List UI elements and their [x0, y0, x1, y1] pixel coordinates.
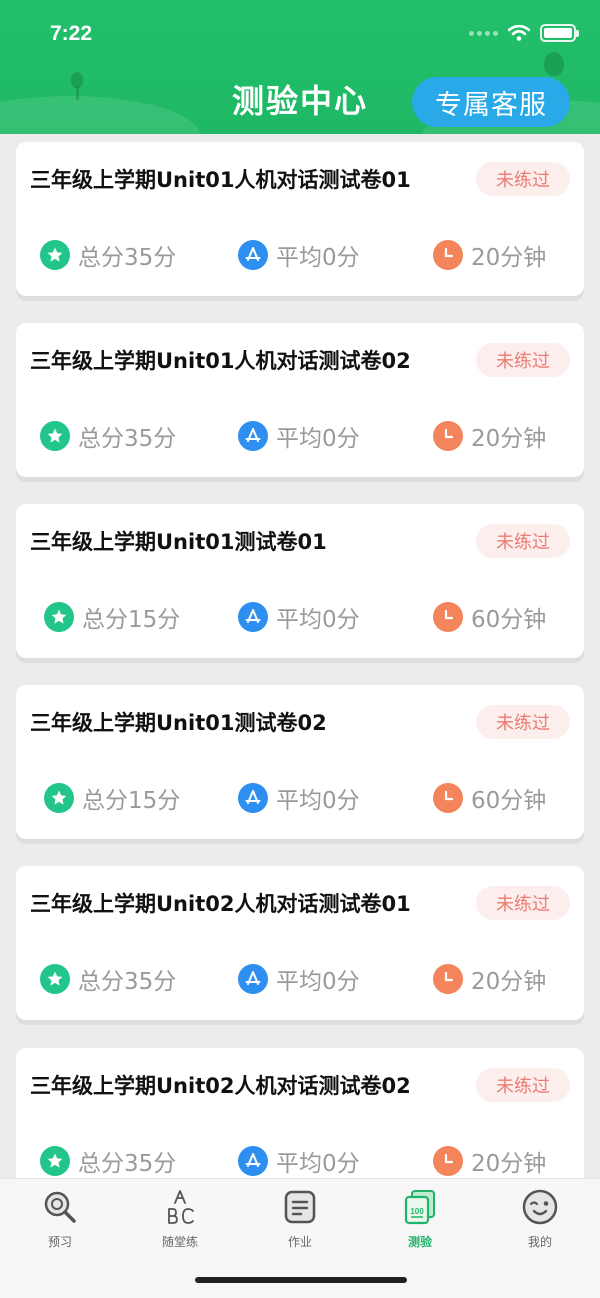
test-list[interactable]: 三年级上学期Unit01人机对话测试卷01 未练过 总分35分 平均0分 20分… — [0, 134, 600, 1178]
total-score: 总分35分 — [40, 962, 176, 996]
star-icon — [40, 421, 70, 451]
test-card[interactable]: 三年级上学期Unit02人机对话测试卷01 未练过 总分35分 平均0分 20分… — [16, 866, 584, 1020]
average-score-text: 平均0分 — [276, 969, 360, 995]
duration-text: 20分钟 — [471, 245, 547, 271]
test-paper-icon: 100 — [400, 1187, 440, 1227]
average-icon — [238, 964, 268, 994]
tab-label: 预习 — [47, 1235, 72, 1249]
total-score: 总分35分 — [40, 419, 176, 453]
clock-icon — [433, 1146, 463, 1176]
svg-text:100: 100 — [410, 1207, 424, 1216]
clock-icon — [433, 602, 463, 632]
abc-icon — [160, 1187, 200, 1227]
clock-icon — [433, 964, 463, 994]
status-badge: 未练过 — [476, 1068, 570, 1102]
header: 7:22 测验中心 专属客服 — [0, 0, 600, 134]
duration: 60分钟 — [433, 600, 546, 634]
duration-text: 20分钟 — [471, 426, 547, 452]
battery-icon — [540, 24, 579, 42]
average-score: 平均0分 — [238, 1144, 360, 1178]
total-score: 总分15分 — [44, 600, 180, 634]
average-score-text: 平均0分 — [276, 426, 360, 452]
test-card[interactable]: 三年级上学期Unit02人机对话测试卷02 未练过 总分35分 平均0分 20分… — [16, 1048, 584, 1178]
average-score-text: 平均0分 — [276, 788, 360, 814]
average-icon — [238, 602, 268, 632]
duration-text: 20分钟 — [471, 969, 547, 995]
test-card[interactable]: 三年级上学期Unit01测试卷02 未练过 总分15分 平均0分 60分钟 — [16, 685, 584, 839]
duration: 20分钟 — [433, 962, 546, 996]
test-title: 三年级上学期Unit01人机对话测试卷02 — [30, 349, 411, 373]
total-score-text: 总分35分 — [78, 969, 177, 995]
total-score: 总分35分 — [40, 238, 176, 272]
star-icon — [44, 602, 74, 632]
duration: 20分钟 — [433, 419, 546, 453]
average-score-text: 平均0分 — [276, 607, 360, 633]
average-score: 平均0分 — [238, 962, 360, 996]
document-icon — [280, 1187, 320, 1227]
tab-label: 作业 — [287, 1235, 312, 1249]
status-icons — [469, 24, 579, 42]
status-badge: 未练过 — [476, 343, 570, 377]
home-indicator[interactable] — [195, 1277, 407, 1283]
tab-label: 测验 — [407, 1235, 432, 1249]
average-icon — [238, 783, 268, 813]
tab-mine[interactable]: 我的 — [480, 1187, 600, 1250]
average-score-text: 平均0分 — [276, 1151, 360, 1177]
duration: 20分钟 — [433, 1144, 546, 1178]
total-score-text: 总分35分 — [78, 245, 177, 271]
tab-homework[interactable]: 作业 — [240, 1187, 360, 1250]
total-score: 总分15分 — [44, 781, 180, 815]
duration-text: 20分钟 — [471, 1151, 547, 1177]
tab-preview[interactable]: 预习 — [0, 1187, 120, 1250]
total-score-text: 总分35分 — [78, 426, 177, 452]
average-score: 平均0分 — [238, 238, 360, 272]
clock-icon — [433, 783, 463, 813]
average-icon — [238, 421, 268, 451]
clock-icon — [433, 240, 463, 270]
tab-label: 随堂练 — [161, 1235, 198, 1249]
star-icon — [40, 240, 70, 270]
test-title: 三年级上学期Unit02人机对话测试卷01 — [30, 892, 411, 916]
total-score-text: 总分35分 — [78, 1151, 177, 1177]
tab-label: 我的 — [527, 1235, 552, 1249]
test-title: 三年级上学期Unit01人机对话测试卷01 — [30, 168, 411, 192]
average-icon — [238, 240, 268, 270]
test-title: 三年级上学期Unit01测试卷01 — [30, 530, 327, 554]
star-icon — [44, 783, 74, 813]
status-time: 7:22 — [50, 22, 93, 45]
average-score: 平均0分 — [238, 781, 360, 815]
test-card[interactable]: 三年级上学期Unit01人机对话测试卷02 未练过 总分35分 平均0分 20分… — [16, 323, 584, 477]
duration: 60分钟 — [433, 781, 546, 815]
test-card[interactable]: 三年级上学期Unit01人机对话测试卷01 未练过 总分35分 平均0分 20分… — [16, 142, 584, 296]
average-score: 平均0分 — [238, 600, 360, 634]
wifi-icon — [508, 25, 530, 41]
average-icon — [238, 1146, 268, 1176]
face-icon — [520, 1187, 560, 1227]
magnifier-icon — [40, 1187, 80, 1227]
star-icon — [40, 964, 70, 994]
average-score-text: 平均0分 — [276, 245, 360, 271]
test-card[interactable]: 三年级上学期Unit01测试卷01 未练过 总分15分 平均0分 60分钟 — [16, 504, 584, 658]
status-badge: 未练过 — [476, 162, 570, 196]
status-badge: 未练过 — [476, 524, 570, 558]
test-title: 三年级上学期Unit01测试卷02 — [30, 711, 327, 735]
status-badge: 未练过 — [476, 705, 570, 739]
customer-service-button[interactable]: 专属客服 — [412, 77, 570, 127]
clock-icon — [433, 421, 463, 451]
average-score: 平均0分 — [238, 419, 360, 453]
signal-icon — [469, 30, 498, 36]
test-title: 三年级上学期Unit02人机对话测试卷02 — [30, 1074, 411, 1098]
total-score-text: 总分15分 — [82, 788, 181, 814]
tab-practice[interactable]: 随堂练 — [120, 1187, 240, 1250]
star-icon — [40, 1146, 70, 1176]
duration-text: 60分钟 — [471, 788, 547, 814]
total-score-text: 总分15分 — [82, 607, 181, 633]
total-score: 总分35分 — [40, 1144, 176, 1178]
duration-text: 60分钟 — [471, 607, 547, 633]
tab-test[interactable]: 100 测验 — [360, 1187, 480, 1250]
decorative-tree — [544, 52, 564, 76]
status-badge: 未练过 — [476, 886, 570, 920]
duration: 20分钟 — [433, 238, 546, 272]
